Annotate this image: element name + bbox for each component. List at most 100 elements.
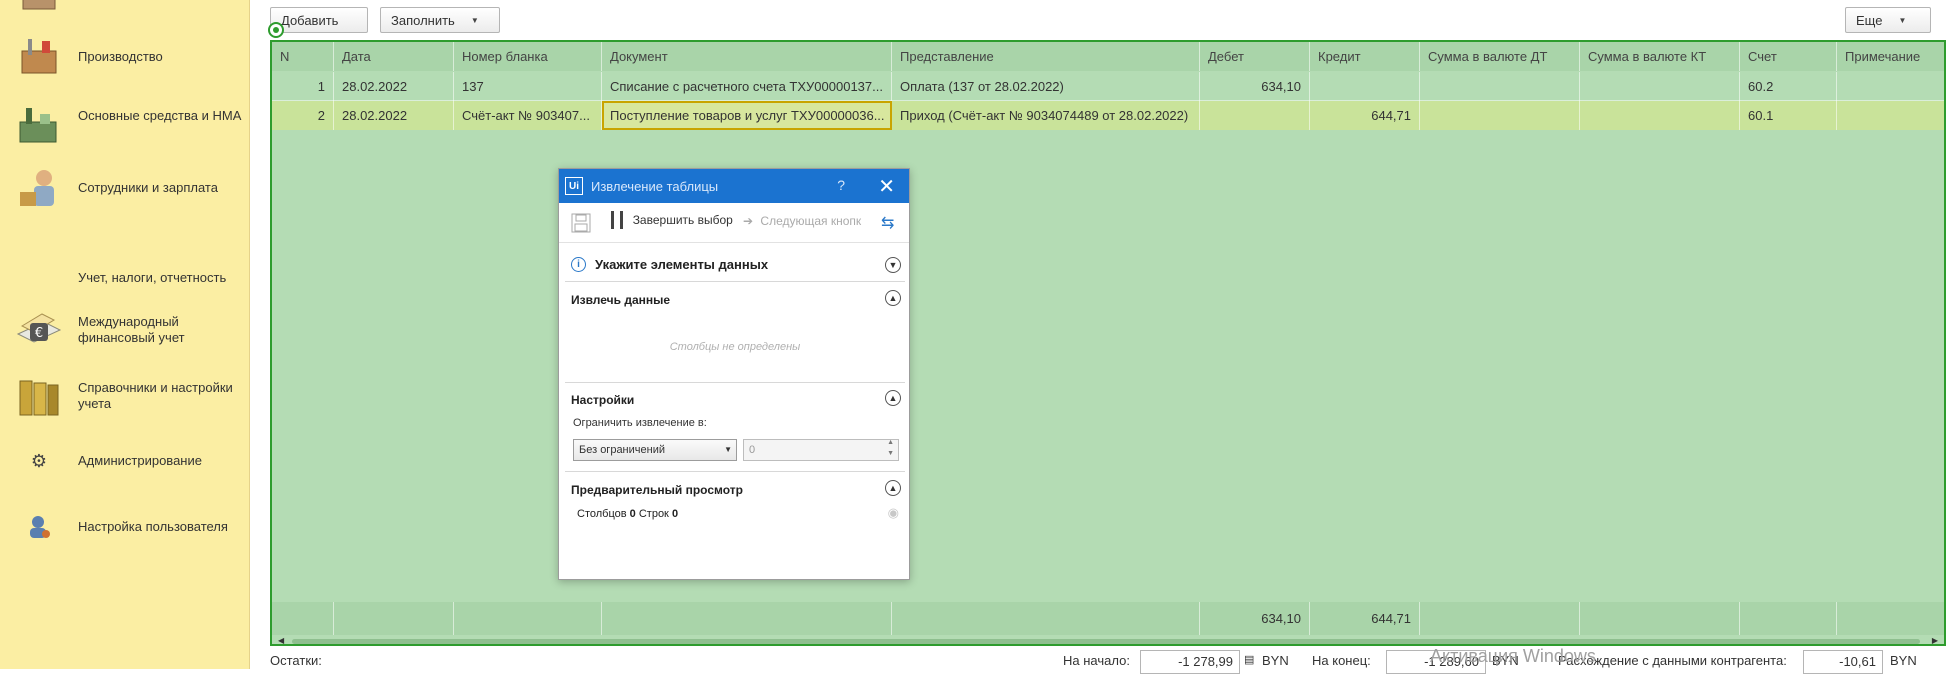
sidebar-item-top-partial[interactable] <box>0 0 248 20</box>
finish-selection-button[interactable]: Завершить выбор <box>611 211 733 229</box>
sidebar-item-label: Международный финансовый учет <box>78 314 185 345</box>
gear-icon: ⚙ <box>30 450 48 472</box>
cell-document: Списание с расчетного счета ТХУ00000137.… <box>602 72 892 101</box>
column-header-representation[interactable]: Представление <box>892 42 1200 71</box>
box-icon <box>14 0 64 20</box>
sidebar-item-ifrs[interactable]: € Международный финансовый учет <box>0 306 248 356</box>
column-header-note[interactable]: Примечание <box>1837 42 1944 71</box>
difference-field[interactable]: -10,61 <box>1803 650 1883 674</box>
total-credit: 644,71 <box>1310 602 1420 635</box>
employees-icon <box>14 164 64 214</box>
currency-label: BYN <box>1262 653 1289 668</box>
column-header-n[interactable]: N <box>272 42 334 71</box>
column-header-sum-dt[interactable]: Сумма в валюте ДТ <box>1420 42 1580 71</box>
settings-header: Настройки <box>571 393 635 407</box>
euro-icon: € <box>14 307 64 357</box>
footer-cell <box>454 602 602 635</box>
column-header-debit[interactable]: Дебет <box>1200 42 1310 71</box>
specify-data-elements-label: Укажите элементы данных <box>595 257 769 272</box>
no-columns-message: Столбцы не определены <box>669 341 801 353</box>
windows-activation-watermark: Активация Windows <box>1430 646 1596 666</box>
footer-cell <box>1740 602 1837 635</box>
table-row[interactable]: 1 28.02.2022 137 Списание с расчетного с… <box>272 72 1944 101</box>
total-debit: 634,10 <box>1200 602 1310 635</box>
column-header-blank-number[interactable]: Номер бланка <box>454 42 602 71</box>
eye-icon[interactable]: ◉ <box>888 505 899 521</box>
horizontal-scrollbar[interactable]: ◀ ▶ <box>278 636 1938 646</box>
chevron-up-icon[interactable]: ▲ <box>885 290 901 306</box>
footer-cell <box>602 602 892 635</box>
pause-bar-icon <box>620 211 624 229</box>
tools-box-icon <box>14 31 64 81</box>
balances-label: Остатки: <box>270 653 322 668</box>
chevron-down-icon: ▼ <box>724 445 732 454</box>
sidebar-item-administration[interactable]: ⚙ Администрирование <box>0 446 248 476</box>
chevron-up-icon[interactable]: ▲ <box>885 480 901 496</box>
uipath-logo-icon: Ui <box>565 177 583 195</box>
more-button-label: Еще <box>1856 12 1883 28</box>
limit-count-field[interactable]: 0 ▲ ▼ <box>743 439 899 461</box>
spinner-icon[interactable]: ▲ ▼ <box>887 437 894 459</box>
start-balance-field[interactable]: -1 278,99 <box>1140 650 1240 674</box>
cell-sum-dt <box>1420 101 1580 130</box>
chevron-down-icon: ▼ <box>470 15 479 25</box>
extract-data-header: Извлечь данные <box>571 293 671 307</box>
columns-count: 0 <box>629 508 636 520</box>
refresh-icon[interactable]: ⇆ <box>881 213 894 233</box>
scroll-right-icon[interactable]: ▶ <box>1932 636 1938 645</box>
fill-button[interactable]: Заполнить ▼ <box>380 7 500 33</box>
table-footer-totals: 634,10 644,71 <box>272 602 1944 635</box>
cell-document-focused[interactable]: Поступление товаров и услуг ТХУ00000036.… <box>602 101 892 130</box>
documents-table[interactable]: N Дата Номер бланка Документ Представлен… <box>270 40 1946 646</box>
chevron-down-icon: ▼ <box>1898 15 1907 25</box>
sidebar-item-label: Сотрудники и зарплата <box>78 180 218 195</box>
cell-representation: Приход (Счёт-акт № 9034074489 от 28.02.2… <box>892 101 1200 130</box>
help-icon[interactable]: ? <box>837 177 845 193</box>
dialog-titlebar[interactable]: Ui Извлечение таблицы ? ✕ <box>559 169 909 203</box>
column-header-sum-kt[interactable]: Сумма в валюте КТ <box>1580 42 1740 71</box>
column-header-date[interactable]: Дата <box>334 42 454 71</box>
cell-date: 28.02.2022 <box>334 72 454 101</box>
chevron-down-icon[interactable]: ▼ <box>885 257 901 273</box>
cell-representation: Оплата (137 от 28.02.2022) <box>892 72 1200 101</box>
more-button[interactable]: Еще ▼ <box>1845 7 1931 33</box>
cell-n: 1 <box>272 72 334 101</box>
sidebar-item-employees[interactable]: Сотрудники и зарплата <box>0 164 248 214</box>
chevron-up-icon[interactable]: ▲ <box>885 390 901 406</box>
close-icon[interactable]: ✕ <box>878 174 895 199</box>
end-balance-label: На конец: <box>1312 653 1371 668</box>
finish-selection-label: Завершить выбор <box>632 213 733 227</box>
next-button[interactable]: ➔ Следующая кнопк <box>743 214 861 228</box>
limit-extraction-label: Ограничить извлечение в: <box>573 417 707 429</box>
sidebar-item-production[interactable]: Производство <box>0 34 248 78</box>
scrollbar-thumb[interactable] <box>292 639 1920 644</box>
column-header-credit[interactable]: Кредит <box>1310 42 1420 71</box>
cell-date: 28.02.2022 <box>334 101 454 130</box>
cell-note <box>1837 72 1944 101</box>
cell-sum-kt <box>1580 72 1740 101</box>
column-header-account[interactable]: Счет <box>1740 42 1837 71</box>
dialog-title: Извлечение таблицы <box>591 178 719 194</box>
fill-button-label: Заполнить <box>391 12 455 28</box>
limit-select[interactable]: Без ограничений ▼ <box>573 439 737 461</box>
calculator-icon[interactable]: ▤ <box>1244 653 1254 666</box>
table-row-selected[interactable]: 2 28.02.2022 Счёт-акт № 903407... Поступ… <box>272 101 1944 130</box>
info-icon: i <box>571 257 586 272</box>
sidebar-item-fixed-assets[interactable]: Основные средства и НМА <box>0 100 248 150</box>
footer-cell <box>272 602 334 635</box>
next-button-label: Следующая кнопк <box>760 214 862 228</box>
save-icon[interactable] <box>571 213 591 236</box>
svg-text:€: € <box>35 326 43 341</box>
binders-icon <box>14 373 64 423</box>
footer-cell <box>892 602 1200 635</box>
main-area: Добавить Заполнить ▼ Еще ▼ N Дата Номер … <box>258 0 1958 674</box>
add-button-label: Добавить <box>281 12 339 28</box>
sidebar-item-references[interactable]: Справочники и настройки учета <box>0 372 248 422</box>
scroll-left-icon[interactable]: ◀ <box>278 636 284 645</box>
table-header: N Дата Номер бланка Документ Представлен… <box>272 42 1944 71</box>
cell-sum-dt <box>1420 72 1580 101</box>
add-button[interactable]: Добавить <box>270 7 368 33</box>
column-header-document[interactable]: Документ <box>602 42 892 71</box>
sidebar-item-user-settings[interactable]: Настройка пользователя <box>0 512 248 542</box>
cell-sum-kt <box>1580 101 1740 130</box>
